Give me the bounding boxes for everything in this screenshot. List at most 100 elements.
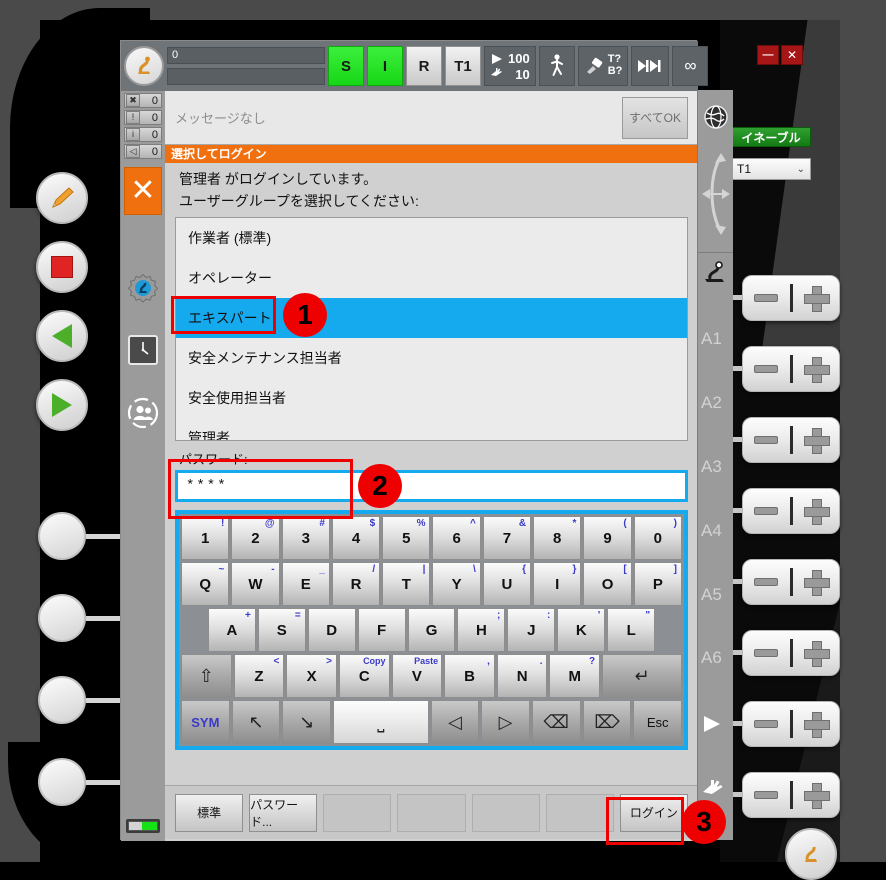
jog-plus-override[interactable] bbox=[793, 783, 840, 809]
jog-minus-a5[interactable] bbox=[743, 578, 790, 586]
key-a[interactable]: + A bbox=[207, 608, 256, 652]
jog-minus-a4[interactable] bbox=[743, 507, 790, 515]
jog-minus-a6[interactable] bbox=[743, 649, 790, 657]
key-0[interactable]: ) 0 bbox=[633, 516, 682, 560]
hw-forward-button[interactable] bbox=[36, 379, 88, 431]
group-item-safety-operator[interactable]: 安全使用担当者 bbox=[176, 378, 687, 418]
key-f[interactable]: F bbox=[357, 608, 406, 652]
status-s-button[interactable]: S bbox=[328, 46, 364, 86]
acknowledge-all-button[interactable]: すべてOK bbox=[622, 96, 688, 139]
speed-override-button[interactable]: 100 10 bbox=[484, 46, 536, 86]
key-2[interactable]: @2 bbox=[231, 516, 280, 560]
key-9[interactable]: (9 bbox=[583, 516, 632, 560]
jog-rocker-velocity[interactable] bbox=[742, 701, 840, 747]
jog-rocker-a2[interactable] bbox=[742, 346, 840, 392]
key-v[interactable]: Paste V bbox=[391, 654, 443, 698]
password-field[interactable]: **** bbox=[175, 470, 688, 502]
key-i[interactable]: } I bbox=[533, 562, 582, 606]
key-6[interactable]: ^ 6 bbox=[432, 516, 481, 560]
key-e[interactable]: _ E bbox=[281, 562, 330, 606]
key-u[interactable]: {U bbox=[482, 562, 532, 606]
hw-back-button[interactable] bbox=[36, 310, 88, 362]
group-item-safety-maintenance[interactable]: 安全メンテナンス担当者 bbox=[176, 338, 687, 378]
robot-home-button[interactable] bbox=[124, 46, 164, 86]
status-counter-warning[interactable]: ! 0 bbox=[124, 110, 162, 125]
status-counter-error[interactable]: ✖ 0 bbox=[124, 93, 162, 108]
mode-select[interactable]: T1 ⌄ bbox=[731, 158, 811, 180]
gear-robot-icon[interactable] bbox=[128, 273, 158, 303]
key-x[interactable]: > X bbox=[286, 654, 337, 698]
key-h[interactable]: ; H bbox=[457, 608, 506, 652]
key-4[interactable]: $4 bbox=[331, 516, 381, 560]
key-7[interactable]: & 7 bbox=[482, 516, 532, 560]
window-close-button[interactable]: ✕ bbox=[781, 45, 803, 65]
key-5[interactable]: % 5 bbox=[382, 516, 431, 560]
user-group-list[interactable]: 作業者 (標準) オペレーター エキスパート 安全メンテナンス担当者 安全使用担… bbox=[175, 217, 688, 441]
robot-tool-icon[interactable] bbox=[702, 261, 730, 285]
tool-base-button[interactable]: T? B? bbox=[577, 46, 629, 86]
key-t[interactable]: | T bbox=[382, 562, 431, 606]
key-o[interactable]: [O bbox=[583, 562, 632, 606]
jog-rocker-override[interactable] bbox=[742, 772, 840, 818]
key-m[interactable]: ? M bbox=[549, 654, 601, 698]
jog-plus-a6[interactable] bbox=[793, 641, 840, 667]
mode-t1-button[interactable]: T1 bbox=[445, 46, 481, 86]
key-j[interactable]: :J bbox=[507, 608, 556, 652]
end-key[interactable]: ↘ bbox=[282, 700, 332, 744]
key-d[interactable]: D bbox=[307, 608, 356, 652]
clock-icon[interactable] bbox=[128, 335, 158, 365]
jog-rocker-a6[interactable] bbox=[742, 630, 840, 676]
arrow-left-key[interactable]: ◁ bbox=[430, 700, 480, 744]
key-z[interactable]: < Z bbox=[233, 654, 285, 698]
key-r[interactable]: / R bbox=[331, 562, 381, 606]
hw-aux-button-2[interactable] bbox=[38, 594, 86, 642]
fn-default-button[interactable]: 標準 bbox=[175, 793, 244, 832]
key-s[interactable]: = S bbox=[257, 608, 306, 652]
jog-minus-a2[interactable] bbox=[743, 365, 790, 373]
close-dialog-tile[interactable]: ✕ bbox=[124, 167, 162, 215]
hw-aux-button-3[interactable] bbox=[38, 676, 86, 724]
fn-empty-4[interactable] bbox=[397, 793, 466, 832]
enable-button[interactable]: イネーブル bbox=[731, 127, 811, 147]
key-n[interactable]: .N bbox=[496, 654, 548, 698]
key-w[interactable]: -W bbox=[231, 562, 280, 606]
enter-key[interactable]: ↵ bbox=[602, 654, 682, 698]
space-key[interactable]: ⎵ bbox=[333, 700, 429, 744]
jog-plus-velocity[interactable] bbox=[793, 712, 840, 738]
key-8[interactable]: * 8 bbox=[533, 516, 582, 560]
key-g[interactable]: G bbox=[407, 608, 456, 652]
key-3[interactable]: #3 bbox=[281, 516, 330, 560]
jog-minus-a3[interactable] bbox=[743, 436, 790, 444]
infinity-button[interactable]: ∞ bbox=[672, 46, 709, 86]
hw-bottom-robot-button[interactable] bbox=[785, 828, 837, 880]
key-y[interactable]: \ Y bbox=[432, 562, 481, 606]
key-1[interactable]: ! 1 bbox=[181, 516, 230, 560]
home-key[interactable]: ↖ bbox=[231, 700, 281, 744]
arrow-right-key[interactable]: ▷ bbox=[481, 700, 530, 744]
group-item-expert[interactable]: エキスパート bbox=[176, 298, 687, 338]
on-screen-keyboard[interactable]: ! 1 @2 #3 $4 % 5 ^ 6 & 7 * 8 (9 ) 0 ~ Q -W _ E /… bbox=[175, 510, 688, 750]
jog-rocker-a1[interactable] bbox=[742, 275, 840, 321]
fn-empty-3[interactable] bbox=[323, 793, 392, 832]
fn-password-button[interactable]: パスワード... bbox=[249, 793, 318, 832]
coordinate-arrows-icon[interactable] bbox=[701, 148, 731, 240]
symbol-key[interactable]: SYM bbox=[181, 700, 230, 744]
status-counter-wait[interactable]: ◁ 0 bbox=[124, 144, 162, 159]
key-l[interactable]: " L bbox=[607, 608, 656, 652]
fn-empty-5[interactable] bbox=[471, 793, 540, 832]
group-item-administrator[interactable]: 管理者 bbox=[176, 418, 687, 440]
jog-minus-velocity[interactable] bbox=[743, 720, 790, 728]
jog-plus-a5[interactable] bbox=[793, 570, 840, 596]
window-minimize-button[interactable]: — bbox=[757, 45, 779, 65]
hw-edit-button[interactable] bbox=[36, 172, 88, 224]
hw-aux-button-4[interactable] bbox=[38, 758, 86, 806]
key-c[interactable]: Copy C bbox=[338, 654, 390, 698]
status-r-button[interactable]: R bbox=[406, 46, 442, 86]
delete-key[interactable]: ⌦ bbox=[582, 700, 632, 744]
backspace-key[interactable]: ⌫ bbox=[531, 700, 581, 744]
key-q[interactable]: ~ Q bbox=[181, 562, 230, 606]
status-i-button[interactable]: I bbox=[367, 46, 403, 86]
status-counter-info[interactable]: i 0 bbox=[124, 127, 162, 142]
walk-mode-button[interactable] bbox=[538, 46, 575, 86]
group-item-worker[interactable]: 作業者 (標準) bbox=[176, 218, 687, 258]
